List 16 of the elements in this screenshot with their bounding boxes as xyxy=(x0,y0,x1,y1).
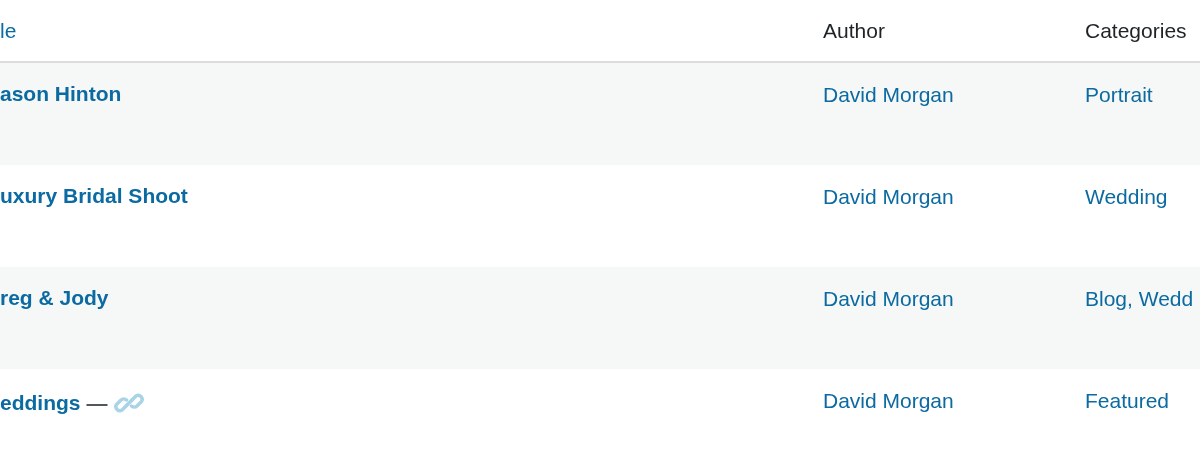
column-header: Author xyxy=(823,18,885,43)
category-link[interactable]: Wedding xyxy=(1085,165,1168,209)
post-title-link[interactable]: eddings xyxy=(0,391,81,415)
column-sort-link[interactable]: le xyxy=(0,18,17,43)
column-header: Categories xyxy=(1085,18,1187,43)
post-title-link[interactable]: ason Hinton xyxy=(0,82,122,106)
category-link[interactable]: Featured xyxy=(1085,369,1170,413)
post-title-link[interactable]: uxury Bridal Shoot xyxy=(0,184,188,208)
author-link[interactable]: David Morgan xyxy=(823,369,954,413)
author-link[interactable]: David Morgan xyxy=(823,165,954,209)
post-state-separator: — xyxy=(86,391,108,415)
post-title-link[interactable]: reg & Jody xyxy=(0,286,109,310)
category-link[interactable]: Blog, Wedd xyxy=(1085,267,1194,311)
author-link[interactable]: David Morgan xyxy=(823,267,954,311)
author-link[interactable]: David Morgan xyxy=(823,63,954,107)
category-link[interactable]: Portrait xyxy=(1085,63,1153,107)
